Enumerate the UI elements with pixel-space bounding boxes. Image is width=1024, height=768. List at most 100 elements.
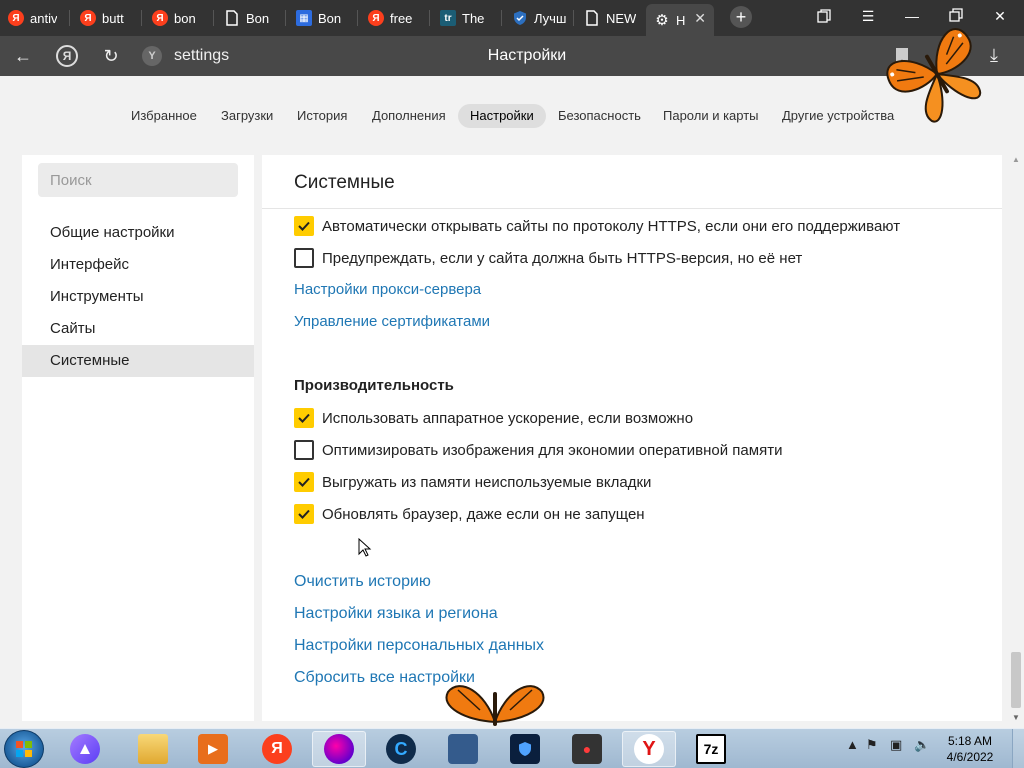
tab-label: Bon: [318, 10, 342, 26]
tab-9[interactable]: NEW: [576, 4, 646, 32]
divider: [262, 208, 1002, 209]
checkbox-unchecked[interactable]: [294, 440, 314, 460]
nav-item-favorites[interactable]: Избранное: [119, 104, 209, 128]
option-label: Предупреждать, если у сайта должна быть …: [322, 249, 803, 267]
option-label: Оптимизировать изображения для экономии …: [322, 441, 783, 459]
sidebar-item-general[interactable]: Общие настройки: [22, 217, 254, 249]
mouse-cursor-icon: [358, 538, 372, 557]
tab-5[interactable]: ▦ Bon: [288, 4, 358, 32]
tr-icon: tr: [440, 10, 456, 26]
nav-item-downloads[interactable]: Загрузки: [209, 104, 285, 128]
nav-item-settings[interactable]: Настройки: [458, 104, 546, 128]
taskbar-browser-2[interactable]: [312, 731, 366, 767]
checkbox-unchecked[interactable]: [294, 248, 314, 268]
proxy-settings-link[interactable]: Настройки прокси-сервера: [294, 281, 481, 298]
tray-network-icon[interactable]: ▣: [890, 737, 902, 753]
document-icon: [584, 10, 600, 26]
tab-8[interactable]: Лучш: [504, 4, 574, 32]
nav-item-history[interactable]: История: [285, 104, 359, 128]
clear-history-link[interactable]: Очистить историю: [294, 573, 431, 591]
close-tab-icon[interactable]: ✕: [694, 10, 706, 27]
taskbar-yandex-browser[interactable]: Y: [622, 731, 676, 767]
tray-volume-icon[interactable]: 🔈: [914, 737, 930, 753]
mail-icon: ▦: [296, 10, 312, 26]
option-optimize-images[interactable]: Оптимизировать изображения для экономии …: [294, 440, 782, 460]
taskbar-media-player[interactable]: ▶: [186, 731, 240, 767]
checkbox-checked[interactable]: [294, 408, 314, 428]
alice-icon: [70, 734, 100, 764]
sidebar-item-tools[interactable]: Инструменты: [22, 281, 254, 313]
clock-time: 5:18 AM: [947, 734, 993, 748]
tab-7[interactable]: tr The: [432, 4, 502, 32]
shield-icon: [510, 734, 540, 764]
media-player-icon: ▶: [198, 734, 228, 764]
option-background-update[interactable]: Обновлять браузер, даже если он не запущ…: [294, 504, 645, 524]
scroll-thumb[interactable]: [1011, 652, 1021, 708]
nav-item-security[interactable]: Безопасность: [546, 104, 653, 128]
taskbar-yandex[interactable]: Я: [250, 731, 304, 767]
tray-expand-icon[interactable]: ▲: [846, 737, 859, 752]
tab-label: antiv: [30, 10, 58, 26]
tab-label: bon: [174, 10, 196, 26]
taskbar: ▶ Я C ● Y 7z ▲ ⚑ ▣ 🔈 5:18 AM 4/6/2022: [0, 728, 1024, 768]
new-tab-button[interactable]: +: [730, 6, 752, 28]
checkbox-checked[interactable]: [294, 472, 314, 492]
download-icon[interactable]: ⤓: [990, 45, 998, 66]
taskbar-7zip[interactable]: 7z: [684, 731, 738, 767]
scrollbar[interactable]: ▲ ▼: [1008, 155, 1024, 728]
settings-nav: Избранное Загрузки История Дополнения На…: [0, 76, 1024, 152]
sidebar-item-system[interactable]: Системные: [22, 345, 254, 377]
taskbar-network-tool[interactable]: [436, 731, 490, 767]
option-unload-tabs[interactable]: Выгружать из памяти неиспользуемые вклад…: [294, 472, 651, 492]
checkbox-checked[interactable]: [294, 216, 314, 236]
taskbar-ccleaner[interactable]: C: [374, 731, 428, 767]
yandex-browser-icon: Y: [634, 734, 664, 764]
gear-icon: ⚙: [655, 12, 669, 29]
nav-item-extensions[interactable]: Дополнения: [360, 104, 458, 128]
search-input[interactable]: [38, 163, 238, 197]
taskbar-screen-recorder[interactable]: ●: [560, 731, 614, 767]
document-icon: [224, 10, 240, 26]
start-button[interactable]: [4, 730, 44, 768]
windows-icon: [16, 741, 32, 757]
taskbar-explorer[interactable]: [126, 731, 180, 767]
option-https-warn[interactable]: Предупреждать, если у сайта должна быть …: [294, 248, 802, 268]
scroll-up-icon[interactable]: ▲: [1012, 155, 1020, 164]
tab-1[interactable]: Я antiv: [0, 4, 70, 32]
personal-data-link[interactable]: Настройки персональных данных: [294, 637, 544, 655]
checkbox-checked[interactable]: [294, 504, 314, 524]
option-label: Автоматически открывать сайты по протоко…: [322, 217, 901, 235]
7zip-label: 7z: [703, 741, 719, 757]
butterfly-decoration-icon: [886, 28, 982, 123]
certificates-link[interactable]: Управление сертификатами: [294, 313, 490, 330]
tab-3[interactable]: Я bon: [144, 4, 214, 32]
close-window-icon[interactable]: ✕: [990, 8, 1010, 28]
tab-label: free: [390, 10, 413, 26]
language-region-link[interactable]: Настройки языка и региона: [294, 605, 498, 623]
option-https-auto[interactable]: Автоматически открывать сайты по протоко…: [294, 216, 900, 236]
tab-2[interactable]: Я butt: [72, 4, 142, 32]
taskbar-vpn[interactable]: [498, 731, 552, 767]
menu-icon[interactable]: ☰: [858, 8, 878, 28]
ccleaner-icon: C: [386, 734, 416, 764]
yandex-icon: Я: [368, 10, 384, 26]
scroll-down-icon[interactable]: ▼: [1012, 713, 1020, 722]
option-label: Обновлять браузер, даже если он не запущ…: [322, 505, 645, 523]
tab-4[interactable]: Bon: [216, 4, 286, 32]
taskbar-alice[interactable]: [58, 731, 112, 767]
page-title: Настройки: [487, 47, 567, 64]
show-desktop-button[interactable]: [1012, 729, 1024, 768]
tab-settings-active[interactable]: ⚙ Н ✕: [646, 4, 714, 36]
network-icon: [448, 734, 478, 764]
nav-item-passwords[interactable]: Пароли и карты: [651, 104, 771, 128]
option-label: Использовать аппаратное ускорение, если …: [322, 409, 694, 427]
tray-flag-icon[interactable]: ⚑: [866, 737, 878, 753]
tabs-overview-icon[interactable]: [814, 8, 834, 28]
tab-label: NEW: [606, 10, 637, 26]
option-hw-accel[interactable]: Использовать аппаратное ускорение, если …: [294, 408, 693, 428]
sidebar-item-interface[interactable]: Интерфейс: [22, 249, 254, 281]
sidebar-item-sites[interactable]: Сайты: [22, 313, 254, 345]
tab-6[interactable]: Я free: [360, 4, 430, 32]
tab-label: The: [462, 10, 485, 26]
clock[interactable]: 5:18 AM 4/6/2022: [940, 733, 1000, 765]
